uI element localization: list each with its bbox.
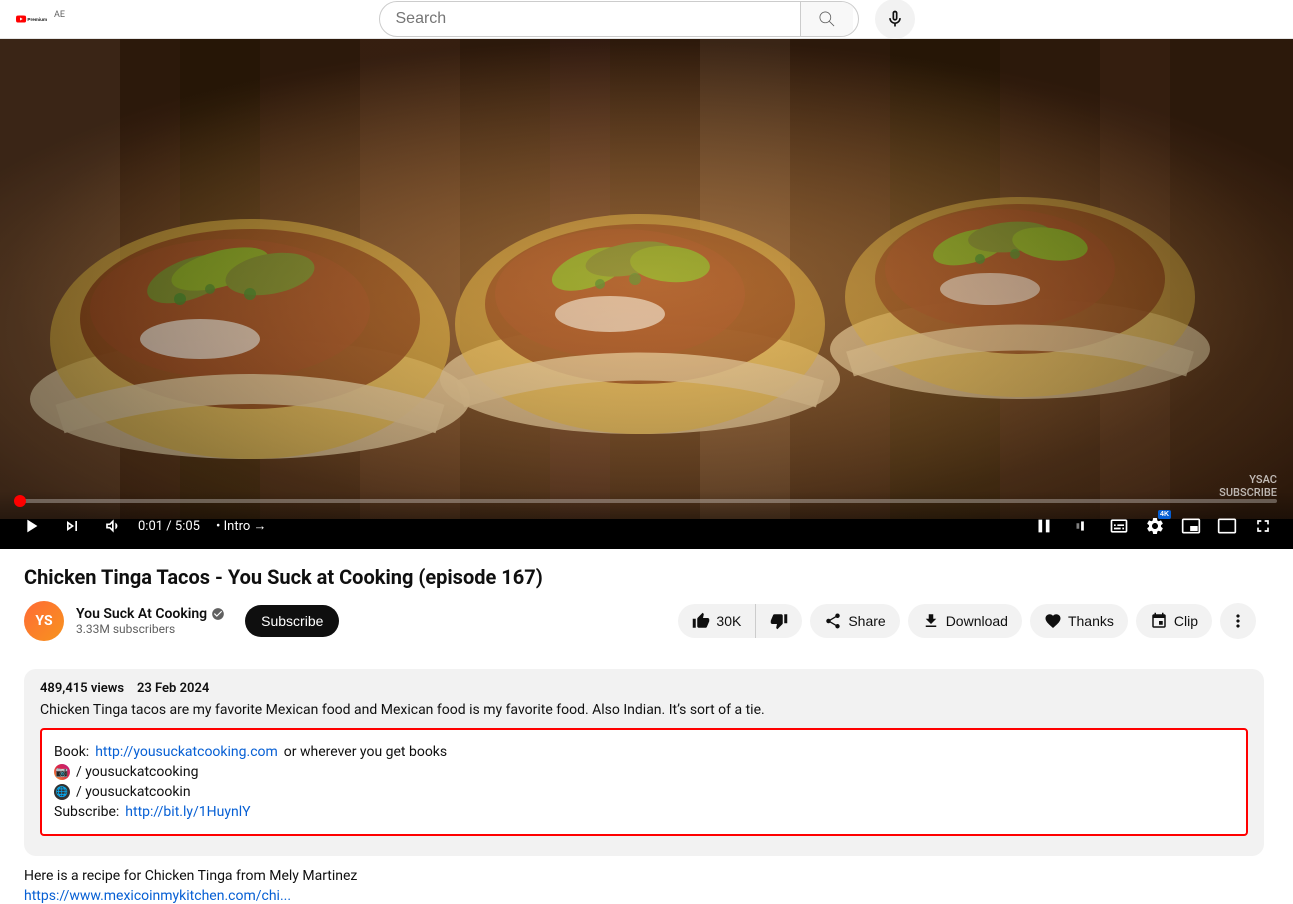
play-icon [20,515,42,537]
like-dislike-group: 30K [678,604,802,638]
search-button[interactable] [800,1,853,37]
header: Premium AE [0,0,1293,39]
settings-button[interactable]: 4K [1141,512,1169,540]
recipe-section: Here is a recipe for Chicken Tinga from … [24,868,1269,904]
miniplayer-button[interactable] [1177,512,1205,540]
progress-dot [14,495,26,507]
action-buttons: 30K Share Download [678,603,1256,639]
clip-icon [1150,612,1168,630]
thanks-button[interactable]: Thanks [1030,604,1128,638]
thanks-icon [1044,612,1062,630]
thumbs-down-icon [770,612,788,630]
clip-button[interactable]: Clip [1136,604,1212,638]
volume-button[interactable] [98,512,126,540]
subtitles-button[interactable] [1105,512,1133,540]
intro-badge: • Intro → [216,518,267,534]
yt-icon: Premium [16,8,48,30]
recipe-title: Here is a recipe for Chicken Tinga from … [24,868,1269,884]
total-duration: 5:05 [175,519,200,534]
download-label: Download [946,613,1008,629]
share-label: Share [848,613,885,629]
search-input[interactable] [380,10,800,28]
right-controls: 4K [1029,511,1277,541]
instagram-line: 📷 / yousuckatcooking [54,764,1234,780]
fullscreen-button[interactable] [1249,512,1277,540]
voice-search-button[interactable] [875,0,915,39]
volume-icon [102,516,122,536]
recipe-link[interactable]: https://www.mexicoinmykitchen.com/chi... [24,888,291,904]
video-player[interactable]: YSAC SUBSCRIBE 0: [0,39,1293,549]
miniplayer-icon [1181,516,1201,536]
channel-row: YS You Suck At Cooking 3.33M subscribers… [24,601,1256,641]
share-button[interactable]: Share [810,604,899,638]
svg-text:Premium: Premium [27,17,47,22]
theater-button[interactable] [1213,512,1241,540]
theater-icon [1217,516,1237,536]
subscribe-line: Subscribe: http://bit.ly/1HuynlY [54,804,1234,820]
download-icon [922,612,940,630]
share-icon [824,612,842,630]
subscribe-link[interactable]: http://bit.ly/1HuynlY [125,804,250,820]
globe-handle: / yousuckatcookin [76,784,191,800]
taco-scene [0,39,1293,519]
logo-area: Premium AE [16,8,65,30]
channel-name: You Suck At Cooking [76,606,225,622]
subscriber-count: 3.33M subscribers [76,622,225,636]
mic-icon [885,9,905,29]
search-icon [817,9,837,29]
instagram-icon: 📷 [54,764,70,780]
like-button[interactable]: 30K [678,604,756,638]
quality-badge: 4K [1158,510,1171,519]
instagram-handle: / yousuckatcooking [76,764,198,780]
dislike-button[interactable] [756,604,802,638]
buffer-icon [1071,515,1093,537]
progress-bar[interactable] [16,499,1277,503]
player-controls: 0:01 / 5:05 • Intro → [0,491,1293,549]
book-link[interactable]: http://yousuckatcooking.com [95,744,278,760]
more-options-button[interactable] [1220,603,1256,639]
globe-line: 🌐 / yousuckatcookin [54,784,1234,800]
book-label: Book: [54,744,89,760]
search-area [379,0,915,39]
fullscreen-icon [1253,516,1273,536]
search-bar [379,1,859,37]
buffer-button[interactable] [1067,511,1097,541]
channel-info: You Suck At Cooking 3.33M subscribers [76,606,225,636]
pause-icon [1033,515,1055,537]
clip-label: Clip [1174,613,1198,629]
more-icon [1228,611,1248,631]
description-area: 489,415 views 23 Feb 2024 Chicken Tinga … [24,669,1264,856]
globe-icon: 🌐 [54,784,70,800]
highlighted-box: Book: http://yousuckatcooking.com or whe… [40,728,1248,836]
next-button[interactable] [58,512,86,540]
channel-avatar[interactable]: YS [24,601,64,641]
view-count: 489,415 views [40,681,124,696]
current-time: 0:01 [138,519,163,534]
book-suffix: or wherever you get books [284,744,447,760]
play-button[interactable] [16,511,46,541]
download-button[interactable]: Download [908,604,1022,638]
video-thumbnail [0,39,1293,519]
video-title: Chicken Tinga Tacos - You Suck at Cookin… [24,565,1256,589]
upload-date: 23 Feb 2024 [137,681,209,696]
view-date-row: 489,415 views 23 Feb 2024 [40,681,1248,696]
time-display: 0:01 / 5:05 [138,519,200,534]
controls-row: 0:01 / 5:05 • Intro → [16,511,1277,541]
thanks-label: Thanks [1068,613,1114,629]
thumbs-up-icon [692,612,710,630]
like-count: 30K [716,613,741,629]
verified-icon [211,607,225,621]
channel-name-text: You Suck At Cooking [76,606,207,622]
pause-button[interactable] [1029,511,1059,541]
settings-icon [1145,516,1165,536]
video-info: Chicken Tinga Tacos - You Suck at Cookin… [0,549,1280,669]
ae-badge: AE [54,10,65,20]
next-icon [62,516,82,536]
book-line: Book: http://yousuckatcooking.com or whe… [54,744,1234,760]
subtitles-icon [1109,516,1129,536]
subscribe-label: Subscribe: [54,804,119,820]
description-text: Chicken Tinga tacos are my favorite Mexi… [40,702,1248,718]
youtube-logo[interactable]: Premium [16,8,48,30]
subscribe-button[interactable]: Subscribe [245,605,339,637]
